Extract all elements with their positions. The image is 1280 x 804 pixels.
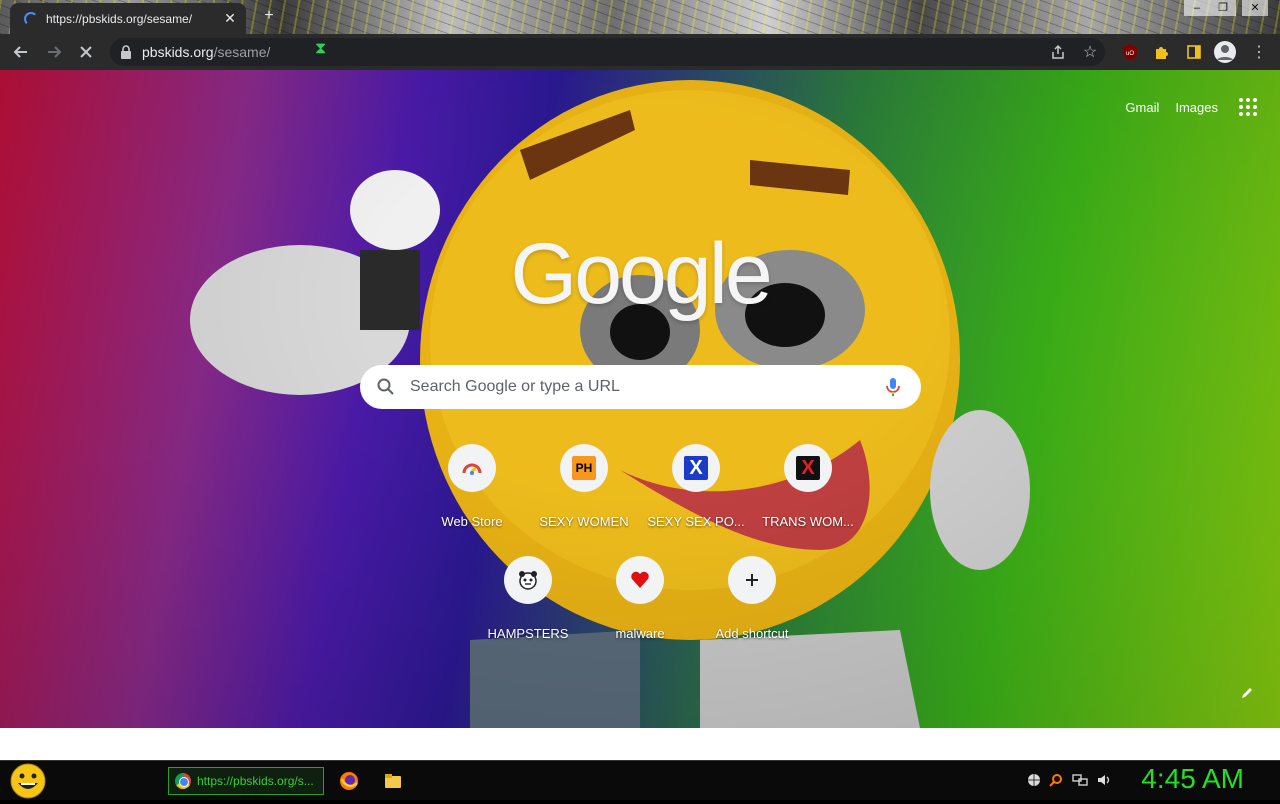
- search-box[interactable]: [360, 365, 921, 409]
- tab-title: https://pbskids.org/sesame/: [46, 11, 193, 26]
- google-logo: Google: [510, 226, 772, 322]
- hourglass-cursor-icon: ⧗: [315, 40, 327, 57]
- search-input[interactable]: [410, 378, 881, 396]
- tray-volume-icon[interactable]: [1096, 773, 1112, 789]
- shortcut-icon-circle: [504, 556, 552, 604]
- shortcut-sexy-sex-po[interactable]: X SEXY SEX PO...: [640, 442, 752, 546]
- shortcuts-grid: Web Store PH SEXY WOMEN X SEXY SEX PO...…: [416, 442, 864, 658]
- side-panel-icon[interactable]: [1182, 40, 1206, 64]
- taskbar: https://pbskids.org/s... 4:45 AM: [0, 760, 1280, 800]
- ublock-extension-icon[interactable]: uO: [1118, 40, 1142, 64]
- top-right-links: Gmail Images: [1109, 95, 1260, 119]
- url-path: /sesame/: [213, 44, 271, 60]
- taskbar-clock[interactable]: 4:45 AM: [1141, 763, 1244, 795]
- browser-toolbar: pbskids.org/sesame/ ⧗ ☆ uO ⋮: [0, 34, 1280, 70]
- web-store-icon: [462, 463, 482, 475]
- lock-icon: [121, 45, 131, 59]
- bookmark-star-icon[interactable]: ☆: [1078, 40, 1102, 64]
- tray-network-icon[interactable]: [1072, 773, 1088, 789]
- shortcut-icon-circle: [728, 556, 776, 604]
- google-apps-grid-icon[interactable]: [1236, 95, 1260, 119]
- customize-pencil-icon[interactable]: [1240, 686, 1254, 704]
- stop-loading-button[interactable]: [74, 40, 98, 64]
- share-icon[interactable]: [1046, 40, 1070, 64]
- start-smiley-button[interactable]: [8, 763, 48, 799]
- tab-close-icon[interactable]: ✕: [222, 10, 238, 27]
- menu-kebab-icon[interactable]: ⋮: [1247, 40, 1271, 64]
- x-red-favicon-icon: X: [796, 456, 820, 480]
- url-host: pbskids.org: [142, 44, 214, 60]
- firefox-icon[interactable]: [339, 771, 359, 791]
- shortcut-label: HAMPSTERS: [487, 626, 569, 641]
- page-bottom-strip: [0, 728, 1280, 760]
- shortcut-label: Add shortcut: [715, 626, 789, 641]
- shortcut-label: Web Store: [441, 514, 503, 529]
- shortcut-icon-circle: [616, 556, 664, 604]
- shortcut-label: malware: [615, 626, 665, 641]
- extensions-puzzle-icon[interactable]: [1150, 40, 1174, 64]
- x-blue-favicon-icon: X: [684, 456, 708, 480]
- tab-strip: https://pbskids.org/sesame/ ✕ + – ❐ ✕: [0, 0, 1280, 34]
- shortcuts-row-2: HAMPSTERS malware Add shortcut: [416, 554, 864, 658]
- taskbar-window-title: https://pbskids.org/s...: [197, 774, 314, 788]
- shortcut-trans-wom[interactable]: X TRANS WOM...: [752, 442, 864, 546]
- chrome-icon: [175, 773, 191, 789]
- shortcut-malware[interactable]: malware: [584, 554, 696, 658]
- file-explorer-icon[interactable]: [383, 771, 403, 791]
- shortcut-label: SEXY SEX PO...: [647, 514, 745, 529]
- shortcut-web-store[interactable]: Web Store: [416, 442, 528, 546]
- tray-search-icon[interactable]: [1048, 773, 1064, 789]
- hamster-favicon-icon: [519, 571, 537, 590]
- smiley-icon: [10, 763, 46, 799]
- shortcut-icon-circle: PH: [560, 444, 608, 492]
- new-tab-page: Gmail Images Google Web Store PH SEXY WO…: [0, 70, 1280, 728]
- voice-search-mic-icon[interactable]: [881, 375, 905, 399]
- ph-favicon-icon: PH: [572, 456, 596, 480]
- forward-button[interactable]: [42, 40, 66, 64]
- restore-button[interactable]: ❐: [1210, 0, 1236, 16]
- add-shortcut-button[interactable]: Add shortcut: [696, 554, 808, 658]
- profile-avatar[interactable]: [1213, 40, 1237, 64]
- plus-icon: [746, 574, 758, 586]
- shortcut-icon-circle: [448, 444, 496, 492]
- images-link[interactable]: Images: [1175, 100, 1218, 115]
- new-tab-button[interactable]: +: [260, 7, 278, 25]
- shortcut-label: TRANS WOM...: [762, 514, 854, 529]
- taskbar-chrome-window[interactable]: https://pbskids.org/s...: [168, 767, 324, 795]
- back-button[interactable]: [9, 40, 33, 64]
- shortcut-icon-circle: X: [784, 444, 832, 492]
- tray-globe-icon[interactable]: [1026, 773, 1042, 789]
- window-close-button[interactable]: ✕: [1242, 0, 1268, 16]
- address-bar[interactable]: pbskids.org/sesame/ ⧗: [110, 38, 1105, 66]
- shortcut-sexy-women[interactable]: PH SEXY WOMEN: [528, 442, 640, 546]
- search-icon: [377, 378, 394, 395]
- shortcut-label: SEXY WOMEN: [539, 514, 629, 529]
- shortcut-hampsters[interactable]: HAMPSTERS: [472, 554, 584, 658]
- minimize-button[interactable]: –: [1184, 0, 1210, 16]
- gmail-link[interactable]: Gmail: [1125, 100, 1159, 115]
- heart-favicon-icon: [631, 571, 649, 588]
- browser-tab-active[interactable]: https://pbskids.org/sesame/ ✕: [10, 3, 246, 34]
- svg-text:uO: uO: [1126, 51, 1134, 57]
- shortcut-icon-circle: X: [672, 444, 720, 492]
- loading-spinner-icon: [24, 11, 38, 26]
